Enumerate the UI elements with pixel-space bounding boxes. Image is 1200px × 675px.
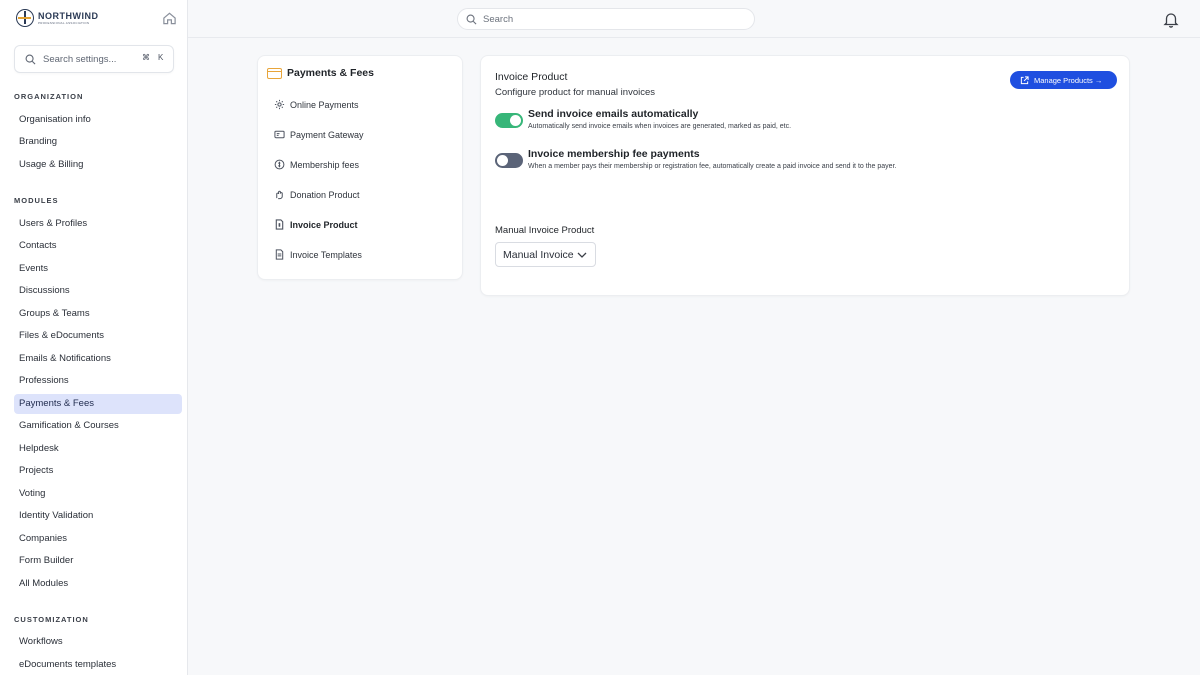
settings-search-input[interactable]: Search settings... ⌘ K [14, 45, 174, 73]
invoice-product-panel: Invoice Product Configure product for ma… [480, 55, 1130, 296]
manual-invoice-product-label: Manual Invoice Product [495, 225, 595, 236]
brand-tagline: PROFESSIONAL ASSOCIATION [38, 21, 90, 25]
sidebar-item-payments-fees[interactable]: Payments & Fees [14, 394, 182, 414]
panel-title: Invoice Product [495, 71, 568, 83]
brand-logo[interactable]: NORTHWIND PROFESSIONAL ASSOCIATION [16, 9, 99, 27]
toggle-knob [510, 115, 521, 126]
sidebar-item-professions[interactable]: Professions [14, 371, 182, 391]
sidebar-item-groups-teams[interactable]: Groups & Teams [14, 304, 182, 324]
search-icon [25, 54, 36, 64]
sidebar-item-organisation-info[interactable]: Organisation info [14, 110, 182, 130]
sidebar-item-branding[interactable]: Branding [14, 132, 182, 152]
section-organization: ORGANIZATION [14, 92, 84, 101]
panel-subtitle: Configure product for manual invoices [495, 87, 656, 98]
bell-icon[interactable] [1163, 11, 1179, 28]
submenu-title: Payments & Fees [287, 67, 374, 79]
credit-card-icon [267, 67, 282, 79]
section-customization: CUSTOMIZATION [14, 615, 89, 624]
sidebar-item-gamification-courses[interactable]: Gamification & Courses [14, 416, 182, 436]
compass-logo-icon [16, 9, 34, 27]
submenu-item-label: Donation Product [290, 189, 360, 200]
sidebar: NORTHWIND PROFESSIONAL ASSOCIATION Searc… [0, 0, 188, 675]
submenu-header: Payments & Fees [267, 67, 374, 79]
sidebar-item-companies[interactable]: Companies [14, 529, 182, 549]
global-search-placeholder: Search [483, 13, 514, 25]
brand-text: NORTHWIND PROFESSIONAL ASSOCIATION [38, 11, 99, 25]
shortcut-cmd: ⌘ [142, 53, 150, 62]
sidebar-item-files-edocuments[interactable]: Files & eDocuments [14, 326, 182, 346]
sidebar-item-discussions[interactable]: Discussions [14, 281, 182, 301]
option-title: Send invoice emails automatically [528, 108, 699, 120]
sidebar-item-events[interactable]: Events [14, 259, 182, 279]
sidebar-item-helpdesk[interactable]: Helpdesk [14, 439, 182, 459]
hand-icon [276, 190, 283, 200]
submenu-item-label: Payment Gateway [290, 129, 364, 140]
sidebar-item-edocuments-templates[interactable]: eDocuments templates [14, 655, 182, 675]
submenu-item-label: Online Payments [290, 99, 359, 110]
send-invoice-emails-toggle[interactable] [495, 113, 523, 128]
manual-invoice-product-select[interactable]: Manual Invoice [495, 242, 596, 267]
payments-submenu: Payments & Fees Online Payments Payment … [257, 55, 463, 280]
sidebar-item-emails-notifications[interactable]: Emails & Notifications [14, 349, 182, 369]
submenu-item-invoice-product[interactable]: Invoice Product [274, 219, 358, 230]
select-value: Manual Invoice [503, 248, 574, 261]
header-divider [188, 37, 1200, 38]
option-description: Automatically send invoice emails when i… [528, 123, 792, 130]
shortcut-key: K [158, 53, 164, 62]
submenu-item-payment-gateway[interactable]: Payment Gateway [274, 129, 364, 140]
sidebar-item-identity-validation[interactable]: Identity Validation [14, 506, 182, 526]
submenu-item-label: Membership fees [290, 159, 360, 170]
manage-products-button[interactable]: Manage Products → [1010, 71, 1117, 89]
gateway-icon [274, 130, 285, 139]
submenu-item-membership-fees[interactable]: Membership fees [274, 159, 359, 170]
sidebar-item-users-profiles[interactable]: Users & Profiles [14, 214, 182, 234]
sidebar-item-workflows[interactable]: Workflows [14, 632, 182, 652]
option-title: Invoice membership fee payments [528, 148, 700, 160]
submenu-item-online-payments[interactable]: Online Payments [274, 99, 359, 110]
settings-search-placeholder: Search settings... [43, 53, 117, 65]
sidebar-item-voting[interactable]: Voting [14, 484, 182, 504]
invoice-membership-fee-toggle[interactable] [495, 153, 523, 168]
chevron-down-icon [577, 252, 587, 258]
submenu-item-invoice-templates[interactable]: Invoice Templates [274, 249, 362, 260]
section-modules: MODULES [14, 196, 59, 205]
sidebar-item-all-modules[interactable]: All Modules [14, 574, 182, 594]
gear-icon [274, 99, 285, 110]
submenu-item-label: Invoice Product [290, 219, 358, 230]
coin-icon [274, 159, 285, 170]
sidebar-item-projects[interactable]: Projects [14, 461, 182, 481]
search-icon [466, 14, 477, 24]
sidebar-item-usage-billing[interactable]: Usage & Billing [14, 155, 182, 175]
document-icon [275, 249, 284, 260]
submenu-item-donation-product[interactable]: Donation Product [274, 189, 360, 200]
global-search-input[interactable]: Search [457, 8, 755, 30]
external-link-icon [1020, 75, 1029, 84]
option-description: When a member pays their membership or r… [528, 163, 897, 170]
toggle-knob [497, 155, 508, 166]
home-icon[interactable] [162, 11, 177, 26]
invoice-icon [275, 219, 284, 230]
sidebar-item-contacts[interactable]: Contacts [14, 236, 182, 256]
manage-products-label: Manage Products → [1034, 75, 1103, 85]
brand-name: NORTHWIND [38, 11, 99, 21]
sidebar-item-form-builder[interactable]: Form Builder [14, 551, 182, 571]
submenu-item-label: Invoice Templates [290, 249, 362, 260]
